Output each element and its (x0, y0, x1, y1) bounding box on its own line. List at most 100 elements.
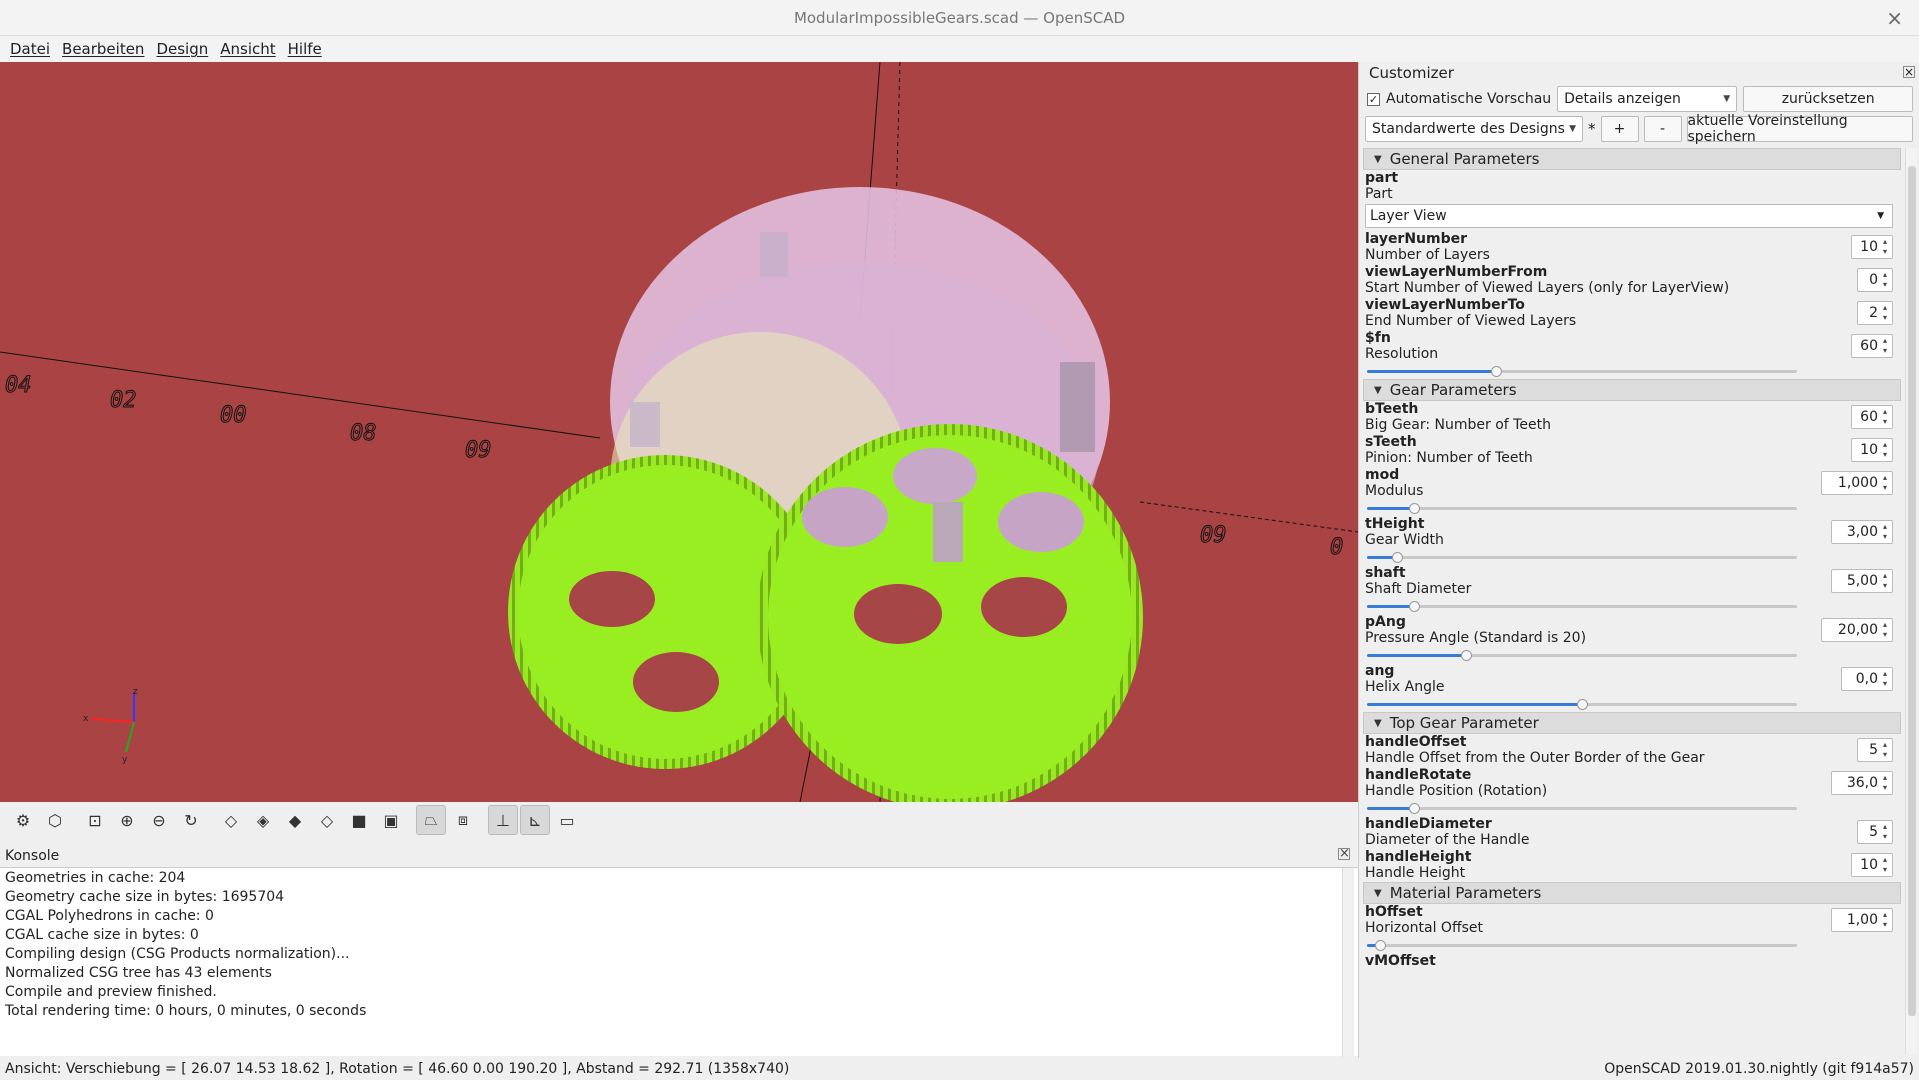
close-customizer-icon[interactable]: × (1903, 66, 1915, 78)
version-status: OpenSCAD 2019.01.30.nightly (git f914a57… (1604, 1061, 1914, 1077)
details-select[interactable]: Details anzeigen ▼ (1557, 86, 1738, 112)
parameter-list[interactable]: ▼ General Parameters part Part Layer View ▼ la… (1363, 148, 1901, 1054)
parameter-spinbox[interactable]: 5,00 (1831, 569, 1893, 593)
slider-handle[interactable] (1409, 601, 1421, 612)
console-line: Normalized CSG tree has 43 elements (5, 965, 272, 981)
parameter-group-header[interactable]: ▼ Gear Parameters (1363, 379, 1901, 401)
view-left-icon[interactable]: ◇ (312, 805, 342, 835)
parameter-slider[interactable] (1367, 601, 1893, 612)
parameter-slider[interactable] (1367, 803, 1893, 814)
parameter-spinbox[interactable]: 10 (1851, 235, 1893, 259)
parameter-description: Part (1365, 186, 1393, 202)
console-scrollbar[interactable] (1342, 868, 1354, 1057)
parameter-spinbox[interactable]: 5 (1857, 820, 1893, 844)
perspective-icon[interactable]: ⏢ (416, 805, 446, 835)
console-panel[interactable]: Geometries in cache: 204 Geometry cache … (0, 867, 1358, 1057)
parameter-row: viewLayerNumberFrom Start Number of Viewe… (1363, 264, 1901, 297)
add-preset-button[interactable]: + (1600, 116, 1639, 142)
parameter-scrollbar[interactable] (1905, 148, 1917, 1054)
save-preset-button[interactable]: aktuelle Voreinstellung speichern (1686, 113, 1913, 145)
collapse-chevron-icon[interactable]: ▼ (1374, 718, 1382, 729)
customizer-panel: Customizer × ✓ Automatische Vorschau Det… (1358, 62, 1919, 1058)
render-icon[interactable]: ⚙ (8, 805, 38, 835)
reset-button[interactable]: zurücksetzen (1743, 86, 1914, 112)
console-line: Compile and preview finished. (5, 984, 217, 1000)
customizer-title: Customizer (1369, 64, 1454, 82)
parameter-name: layerNumber (1365, 231, 1468, 247)
slider-handle[interactable] (1374, 940, 1386, 951)
view-right-icon[interactable]: ◇ (216, 805, 246, 835)
parameter-group-header[interactable]: ▼ Material Parameters (1363, 882, 1901, 904)
collapse-chevron-icon[interactable]: ▼ (1374, 888, 1382, 899)
show-edges-icon[interactable]: ▭ (552, 805, 582, 835)
zoom-in-icon[interactable]: ⊕ (112, 805, 142, 835)
view-all-icon[interactable]: ⊡ (80, 805, 110, 835)
3d-viewport[interactable]: 04 02 00 08 09 09 0 z x y (0, 62, 1358, 802)
parameter-spinbox[interactable]: 1,000 (1821, 471, 1893, 495)
parameter-slider[interactable] (1367, 940, 1893, 951)
parameter-spinbox[interactable]: 60 (1851, 334, 1893, 358)
parameter-spinbox[interactable]: 20,00 (1821, 618, 1893, 642)
reset-view-icon[interactable]: ↻ (176, 805, 206, 835)
parameter-name: tHeight (1365, 516, 1425, 532)
parameter-slider[interactable] (1367, 503, 1893, 514)
close-console-icon[interactable]: × (1338, 847, 1350, 860)
view-back-icon[interactable]: ▣ (376, 805, 406, 835)
slider-handle[interactable] (1409, 503, 1421, 514)
preset-select[interactable]: Standardwerte des Designs ▼ (1365, 116, 1583, 142)
parameter-slider[interactable] (1367, 650, 1893, 661)
parameter-spinbox[interactable]: 5 (1857, 738, 1893, 762)
parameter-spinbox[interactable]: 36,0 (1831, 771, 1893, 795)
menu-ansicht[interactable]: Ansicht (214, 40, 281, 58)
parameter-row: ang Helix Angle 0,0 (1363, 663, 1901, 712)
close-icon[interactable]: × (1886, 6, 1903, 30)
parameter-spinbox[interactable]: 3,00 (1831, 520, 1893, 544)
auto-preview-checkbox[interactable]: ✓ (1367, 92, 1380, 106)
slider-handle[interactable] (1491, 366, 1502, 377)
parameter-dropdown[interactable]: Layer View ▼ (1365, 204, 1893, 228)
parameter-spinbox[interactable]: 1,00 (1831, 908, 1893, 932)
remove-preset-button[interactable]: - (1643, 116, 1682, 142)
parameter-description: Gear Width (1365, 532, 1444, 548)
handle-post (1060, 362, 1095, 452)
show-axes-icon[interactable]: ⊥ (488, 805, 518, 835)
parameter-group-header[interactable]: ▼ General Parameters (1363, 148, 1901, 170)
orthogonal-icon[interactable]: ⧈ (448, 805, 478, 835)
parameter-spinbox[interactable]: 0,0 (1841, 667, 1893, 691)
slider-handle[interactable] (1409, 803, 1421, 814)
zoom-out-icon[interactable]: ⊖ (144, 805, 174, 835)
collapse-chevron-icon[interactable]: ▼ (1374, 154, 1382, 165)
view-top-icon[interactable]: ◈ (248, 805, 278, 835)
parameter-row: handleDiameter Diameter of the Handle 5 (1363, 816, 1901, 849)
parameter-name: shaft (1365, 565, 1406, 581)
parameter-spinbox[interactable]: 10 (1851, 438, 1893, 462)
console-line: Total rendering time: 0 hours, 0 minutes… (5, 1003, 367, 1019)
preview-icon[interactable]: ⬡ (40, 805, 70, 835)
parameter-slider[interactable] (1367, 366, 1893, 377)
show-scale-icon[interactable]: ⊾ (520, 805, 550, 835)
parameter-spinbox[interactable]: 0 (1857, 268, 1893, 292)
parameter-group-header[interactable]: ▼ Top Gear Parameter (1363, 712, 1901, 734)
collapse-chevron-icon[interactable]: ▼ (1374, 385, 1382, 396)
menu-hilfe[interactable]: Hilfe (282, 40, 328, 58)
parameter-spinbox[interactable]: 60 (1851, 405, 1893, 429)
parameter-spinbox[interactable]: 2 (1857, 301, 1893, 325)
slider-handle[interactable] (1392, 552, 1404, 563)
parameter-slider[interactable] (1367, 699, 1893, 710)
axis-label: 00 (220, 403, 247, 428)
menu-datei[interactable]: Datei (4, 40, 56, 58)
parameter-slider[interactable] (1367, 552, 1893, 563)
menu-design[interactable]: Design (150, 40, 214, 58)
status-bar: Ansicht: Verschiebung = [ 26.07 14.53 18… (0, 1058, 1919, 1080)
view-bottom-icon[interactable]: ◆ (280, 805, 310, 835)
slider-handle[interactable] (1577, 699, 1588, 710)
view-front-icon[interactable]: ■ (344, 805, 374, 835)
parameter-description: Big Gear: Number of Teeth (1365, 417, 1551, 433)
parameter-spinbox[interactable]: 10 (1851, 853, 1893, 877)
parameter-name: $fn (1365, 330, 1391, 346)
parameter-row: shaft Shaft Diameter 5,00 (1363, 565, 1901, 614)
slider-handle[interactable] (1460, 650, 1472, 661)
parameter-row: bTeeth Big Gear: Number of Teeth 60 (1363, 401, 1901, 434)
menu-bearbeiten[interactable]: Bearbeiten (56, 40, 150, 58)
svg-text:y: y (122, 755, 128, 765)
